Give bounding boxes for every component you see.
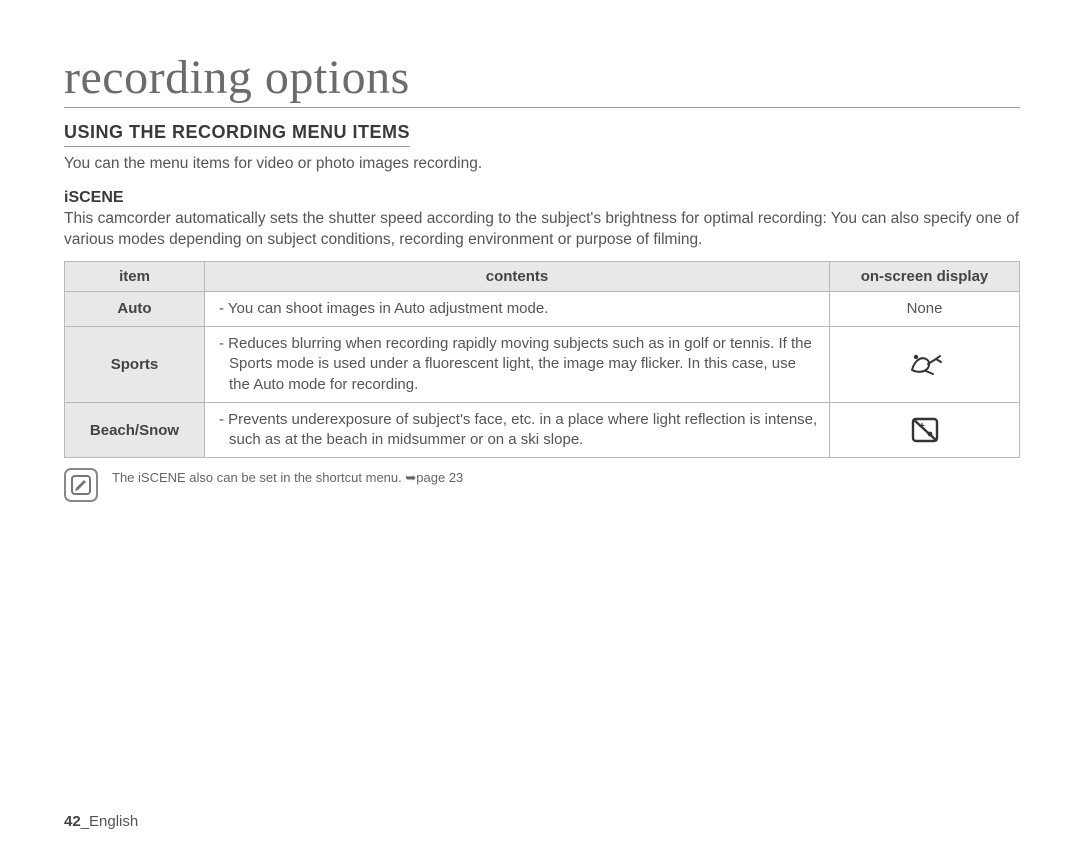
manual-page: recording options USING THE RECORDING ME… — [0, 0, 1080, 866]
sports-icon — [906, 350, 944, 378]
iscene-table: item contents on-screen display Auto - Y… — [64, 261, 1020, 459]
pencil-note-icon — [70, 474, 92, 496]
footer-language: English — [89, 813, 138, 830]
note-row: The iSCENE also can be set in the shortc… — [64, 468, 1020, 502]
arrow-icon: ➥ — [405, 470, 416, 485]
subsection-heading: iSCENE — [64, 189, 1020, 207]
item-cell: Auto — [65, 291, 205, 326]
page-number: 42 — [64, 813, 81, 830]
osd-cell: + — [830, 402, 1020, 458]
note-icon — [64, 468, 98, 502]
note-text: The iSCENE also can be set in the shortc… — [112, 468, 463, 486]
osd-cell — [830, 327, 1020, 403]
contents-cell: - Reduces blurring when recording rapidl… — [205, 327, 830, 403]
table-header-row: item contents on-screen display — [65, 261, 1020, 291]
svg-text:+: + — [919, 421, 925, 432]
contents-text: - You can shoot images in Auto adjustmen… — [215, 299, 819, 319]
table-row: Auto - You can shoot images in Auto adju… — [65, 291, 1020, 326]
osd-cell: None — [830, 291, 1020, 326]
footer-separator: _ — [81, 813, 89, 830]
note-body: The iSCENE also can be set in the shortc… — [112, 470, 405, 485]
col-header-osd: on-screen display — [830, 261, 1020, 291]
page-footer: 42_English — [64, 813, 138, 830]
intro-text: You can the menu items for video or phot… — [64, 155, 1020, 173]
section-heading: USING THE RECORDING MENU ITEMS — [64, 122, 410, 147]
table-row: Beach/Snow - Prevents underexposure of s… — [65, 402, 1020, 458]
item-cell: Beach/Snow — [65, 402, 205, 458]
subsection-description: This camcorder automatically sets the sh… — [64, 209, 1020, 251]
contents-cell: - You can shoot images in Auto adjustmen… — [205, 291, 830, 326]
contents-cell: - Prevents underexposure of subject's fa… — [205, 402, 830, 458]
note-pageref: page 23 — [416, 470, 463, 485]
contents-text: - Prevents underexposure of subject's fa… — [215, 410, 819, 451]
item-cell: Sports — [65, 327, 205, 403]
col-header-contents: contents — [205, 261, 830, 291]
table-row: Sports - Reduces blurring when recording… — [65, 327, 1020, 403]
col-header-item: item — [65, 261, 205, 291]
beach-snow-icon: + — [910, 416, 940, 444]
contents-text: - Reduces blurring when recording rapidl… — [215, 334, 819, 395]
page-title: recording options — [64, 50, 1020, 108]
